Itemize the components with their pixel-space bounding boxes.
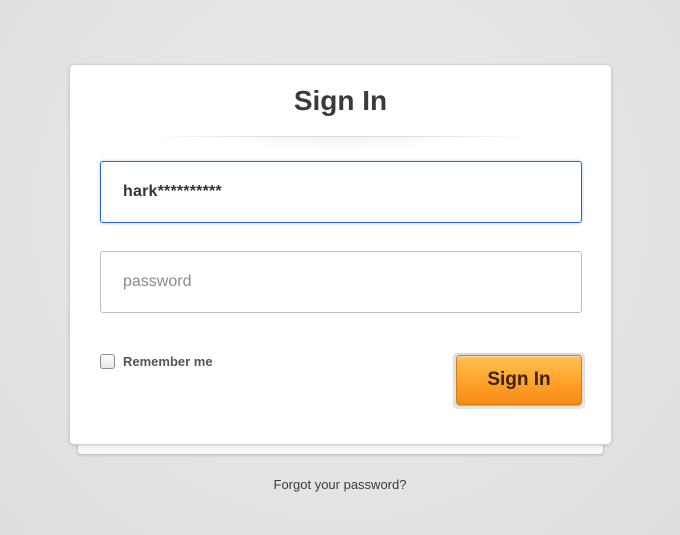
remember-me[interactable]: Remember me [100,354,213,369]
remember-me-label[interactable]: Remember me [123,354,213,369]
title-divider-shadow [220,137,461,151]
sign-in-button[interactable]: Sign In [456,355,582,405]
login-card: Sign In Remember me Sign In [69,64,612,445]
login-panel: Sign In Remember me Sign In [69,64,612,455]
sign-in-button-well: Sign In [453,353,585,409]
password-field[interactable] [100,251,582,313]
username-field[interactable] [100,161,582,223]
remember-me-checkbox[interactable] [100,354,115,369]
page-title: Sign In [293,85,388,116]
forgot-password-link[interactable]: Forgot your password? [0,477,680,492]
card-stack-edge [77,444,604,455]
